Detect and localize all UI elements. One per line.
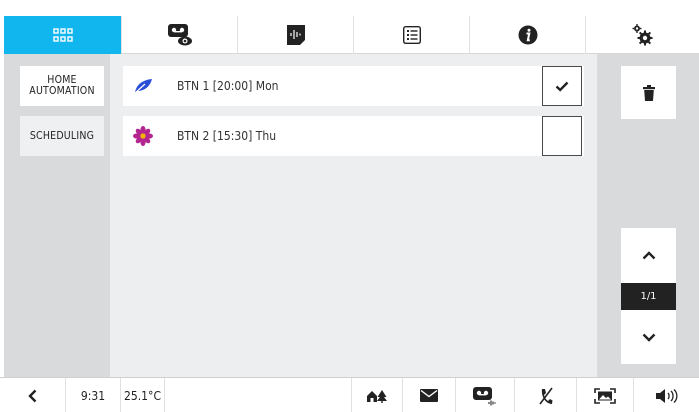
home-automation-label-line2: AUTOMATION xyxy=(29,85,95,97)
tab-settings[interactable] xyxy=(586,16,699,54)
schedule-row[interactable]: BTN 1 [20:00] Mon xyxy=(123,66,584,106)
checkmark-icon xyxy=(555,81,569,92)
schedule-row[interactable]: BTN 2 [15:30] Thu xyxy=(123,116,584,156)
audio-message-icon xyxy=(286,25,305,45)
chevron-up-icon xyxy=(642,251,655,260)
delete-button[interactable] xyxy=(621,66,676,119)
scroll-down-button[interactable] xyxy=(621,310,676,364)
voicemail-view-icon xyxy=(167,24,192,46)
video-memo-icon xyxy=(473,386,496,405)
schedule-label: BTN 1 [20:00] Mon xyxy=(177,79,279,93)
clock: 9:31 xyxy=(66,378,121,412)
back-button[interactable] xyxy=(0,378,66,412)
scheduling-label: SCHEDULING xyxy=(29,129,95,142)
trash-icon xyxy=(642,84,655,101)
call-off-icon xyxy=(538,387,553,404)
chevron-down-icon xyxy=(642,333,655,342)
page-indicator: 1/1 xyxy=(621,283,676,310)
tab-list[interactable] xyxy=(354,16,470,54)
video-memo-status[interactable] xyxy=(456,378,515,412)
messages-status[interactable] xyxy=(403,378,456,412)
tab-apps[interactable] xyxy=(4,16,122,54)
house-tree-icon xyxy=(367,389,387,403)
time-label: 9:31 xyxy=(80,388,106,403)
camera-view-status[interactable] xyxy=(577,378,634,412)
status-spacer xyxy=(165,378,352,412)
tab-audio-message[interactable] xyxy=(238,16,354,54)
scheduling-button[interactable]: SCHEDULING xyxy=(20,116,104,156)
right-action-panel: 1/1 xyxy=(597,54,699,377)
temperature-label: 25.1°C xyxy=(124,388,161,403)
call-mute-status[interactable] xyxy=(515,378,577,412)
leaf-icon xyxy=(133,79,152,94)
left-navigation: HOME AUTOMATION SCHEDULING xyxy=(4,54,110,377)
volume-status[interactable] xyxy=(634,378,699,412)
flower-icon xyxy=(133,126,153,146)
schedule-label: BTN 2 [15:30] Thu xyxy=(177,129,277,143)
info-icon xyxy=(518,25,537,45)
scroll-up-button[interactable] xyxy=(621,228,676,283)
schedule-list-panel: BTN 1 [20:00] Mon BTN 2 [15:30] Thu xyxy=(110,54,597,377)
temperature: 25.1°C xyxy=(121,378,165,412)
speaker-volume-icon xyxy=(655,388,677,403)
schedule-checkbox[interactable] xyxy=(542,116,582,156)
home-automation-button[interactable]: HOME AUTOMATION xyxy=(20,66,104,106)
schedule-checkbox[interactable] xyxy=(542,66,582,106)
status-bar: 9:31 25.1°C xyxy=(0,377,699,412)
settings-gears-icon xyxy=(632,24,652,46)
tab-info[interactable] xyxy=(470,16,586,54)
tab-voicemail-view[interactable] xyxy=(122,16,238,54)
envelope-icon xyxy=(420,389,438,402)
apps-grid-icon xyxy=(52,28,73,42)
chevron-left-icon xyxy=(28,389,37,402)
list-icon xyxy=(402,26,421,44)
home-automation-status[interactable] xyxy=(352,378,403,412)
fullscreen-image-icon xyxy=(594,387,616,404)
top-navigation-bar xyxy=(4,16,699,54)
